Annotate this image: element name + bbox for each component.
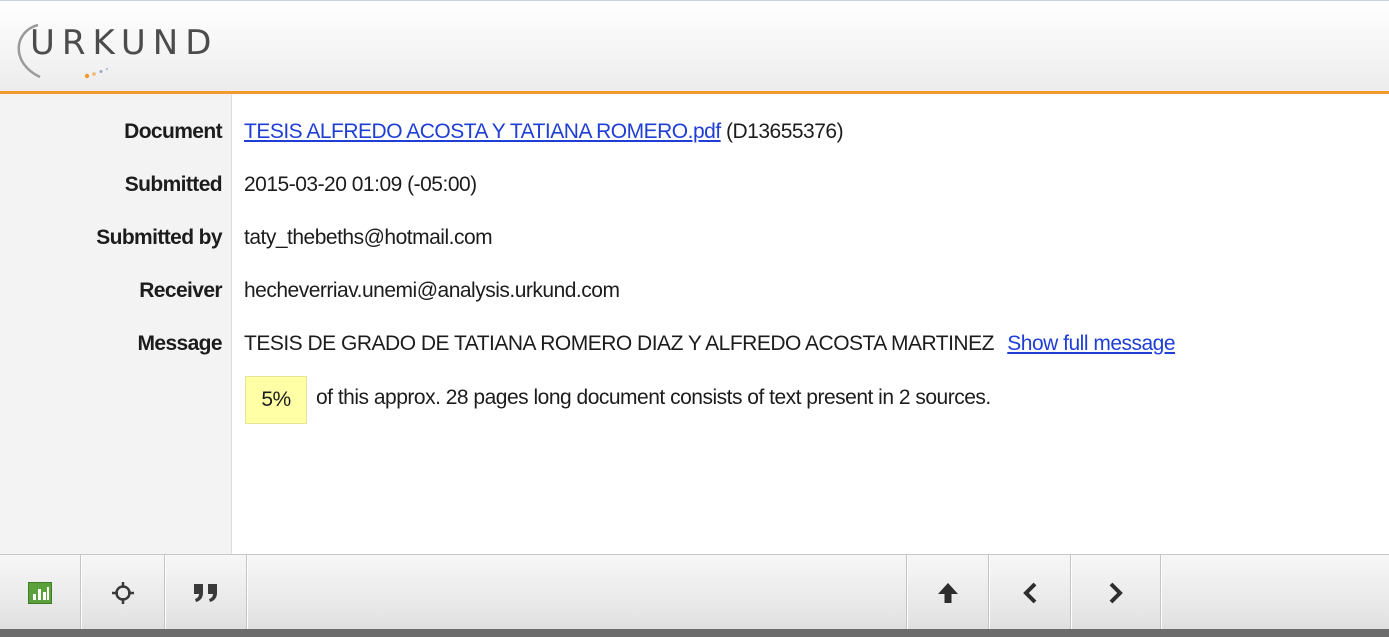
previous-button[interactable] <box>990 555 1070 630</box>
bar-chart-icon <box>28 581 52 604</box>
bottom-toolbar <box>0 554 1389 637</box>
row-receiver: Receiver hecheverriav.unemi@analysis.urk… <box>0 279 1389 313</box>
header-bar: URKUND <box>0 0 1389 94</box>
label-column <box>0 94 232 554</box>
urkund-report-window: URKUND Document TESIS ALFREDO ACOSTA Y T… <box>0 0 1389 637</box>
message-label: Message <box>137 332 222 355</box>
toolbar-separator <box>246 555 248 630</box>
quote-icon <box>194 583 217 602</box>
next-button[interactable] <box>1072 555 1160 630</box>
arrow-up-icon <box>938 582 958 603</box>
submitted-value: 2015-03-20 01:09 (-05:00) <box>244 173 477 196</box>
row-document: Document TESIS ALFREDO ACOSTA Y TATIANA … <box>0 120 1389 154</box>
document-label: Document <box>124 120 222 143</box>
show-full-message-link[interactable]: Show full message <box>1007 332 1175 355</box>
quotes-button[interactable] <box>166 555 246 630</box>
document-link[interactable]: TESIS ALFREDO ACOSTA Y TATIANA ROMERO.pd… <box>244 120 721 143</box>
similarity-summary-text: of this approx. 28 pages long document c… <box>316 386 991 409</box>
document-info-panel: Document TESIS ALFREDO ACOSTA Y TATIANA … <box>0 94 1389 554</box>
sources-overview-button[interactable] <box>0 555 80 630</box>
row-submitted: Submitted 2015-03-20 01:09 (-05:00) <box>0 173 1389 207</box>
receiver-value: hecheverriav.unemi@analysis.urkund.com <box>244 279 620 302</box>
message-value: TESIS DE GRADO DE TATIANA ROMERO DIAZ Y … <box>244 332 1176 356</box>
message-text: TESIS DE GRADO DE TATIANA ROMERO DIAZ Y … <box>244 332 994 355</box>
logo-dots-icon <box>84 67 109 79</box>
receiver-label: Receiver <box>139 279 222 302</box>
submitted-label: Submitted <box>124 173 223 196</box>
similarity-percentage-badge: 5% <box>245 376 307 424</box>
logo-text: URKUND <box>30 23 219 63</box>
submitted-by-value: taty_thebeths@hotmail.com <box>244 226 493 249</box>
scroll-top-button[interactable] <box>908 555 988 630</box>
crosshair-icon <box>112 581 134 604</box>
row-message: Message TESIS DE GRADO DE TATIANA ROMERO… <box>0 332 1389 366</box>
document-value: TESIS ALFREDO ACOSTA Y TATIANA ROMERO.pd… <box>244 120 844 144</box>
toolbar-separator <box>1160 555 1162 630</box>
submitted-by-label: Submitted by <box>96 226 222 249</box>
urkund-logo: URKUND <box>8 19 268 83</box>
row-submitted-by: Submitted by taty_thebeths@hotmail.com <box>0 226 1389 260</box>
chevron-right-icon <box>1109 582 1123 603</box>
document-id: (D13655376) <box>726 120 844 143</box>
chevron-left-icon <box>1023 582 1037 603</box>
locate-button[interactable] <box>82 555 164 630</box>
